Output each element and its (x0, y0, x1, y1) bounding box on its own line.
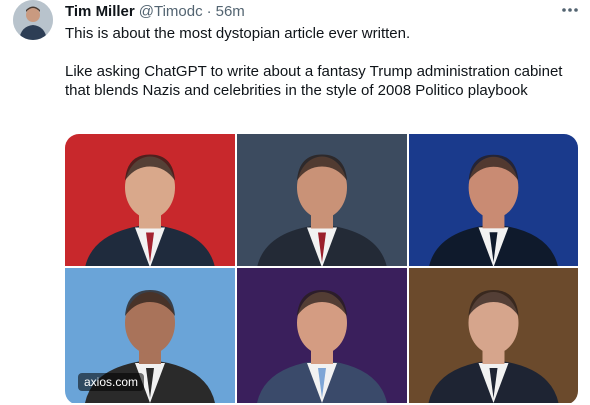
media-photo-1[interactable] (65, 134, 235, 266)
more-horizontal-icon (562, 8, 578, 12)
portrait-image (237, 134, 407, 266)
media-grid: axios.com (65, 134, 578, 405)
avatar-image (13, 0, 53, 40)
media-photo-3[interactable] (409, 134, 578, 266)
media-photo-5[interactable] (237, 268, 407, 403)
user-handle[interactable]: @Timodc (139, 3, 203, 20)
display-name[interactable]: Tim Miller (65, 3, 135, 20)
media-photo-4[interactable]: axios.com (65, 268, 235, 403)
separator-dot: · (206, 2, 212, 20)
portrait-image (409, 268, 578, 403)
portrait-image (237, 268, 407, 403)
tweet-text: This is about the most dystopian article… (65, 24, 575, 100)
tweet: Tim Miller @Timodc · 56m This is about t… (0, 0, 590, 405)
portrait-image (409, 134, 578, 266)
avatar[interactable] (13, 0, 53, 40)
media-photo-6[interactable] (409, 268, 578, 403)
tweet-paragraph: This is about the most dystopian article… (65, 25, 411, 42)
timestamp[interactable]: 56m (216, 3, 245, 20)
watermark: axios.com (78, 373, 145, 391)
tweet-header: Tim Miller @Timodc · 56m (65, 1, 245, 21)
portrait-image (65, 134, 235, 266)
tweet-paragraph: Like asking ChatGPT to write about a fan… (65, 63, 563, 99)
more-options-button[interactable] (556, 0, 584, 20)
media-photo-2[interactable] (237, 134, 407, 266)
